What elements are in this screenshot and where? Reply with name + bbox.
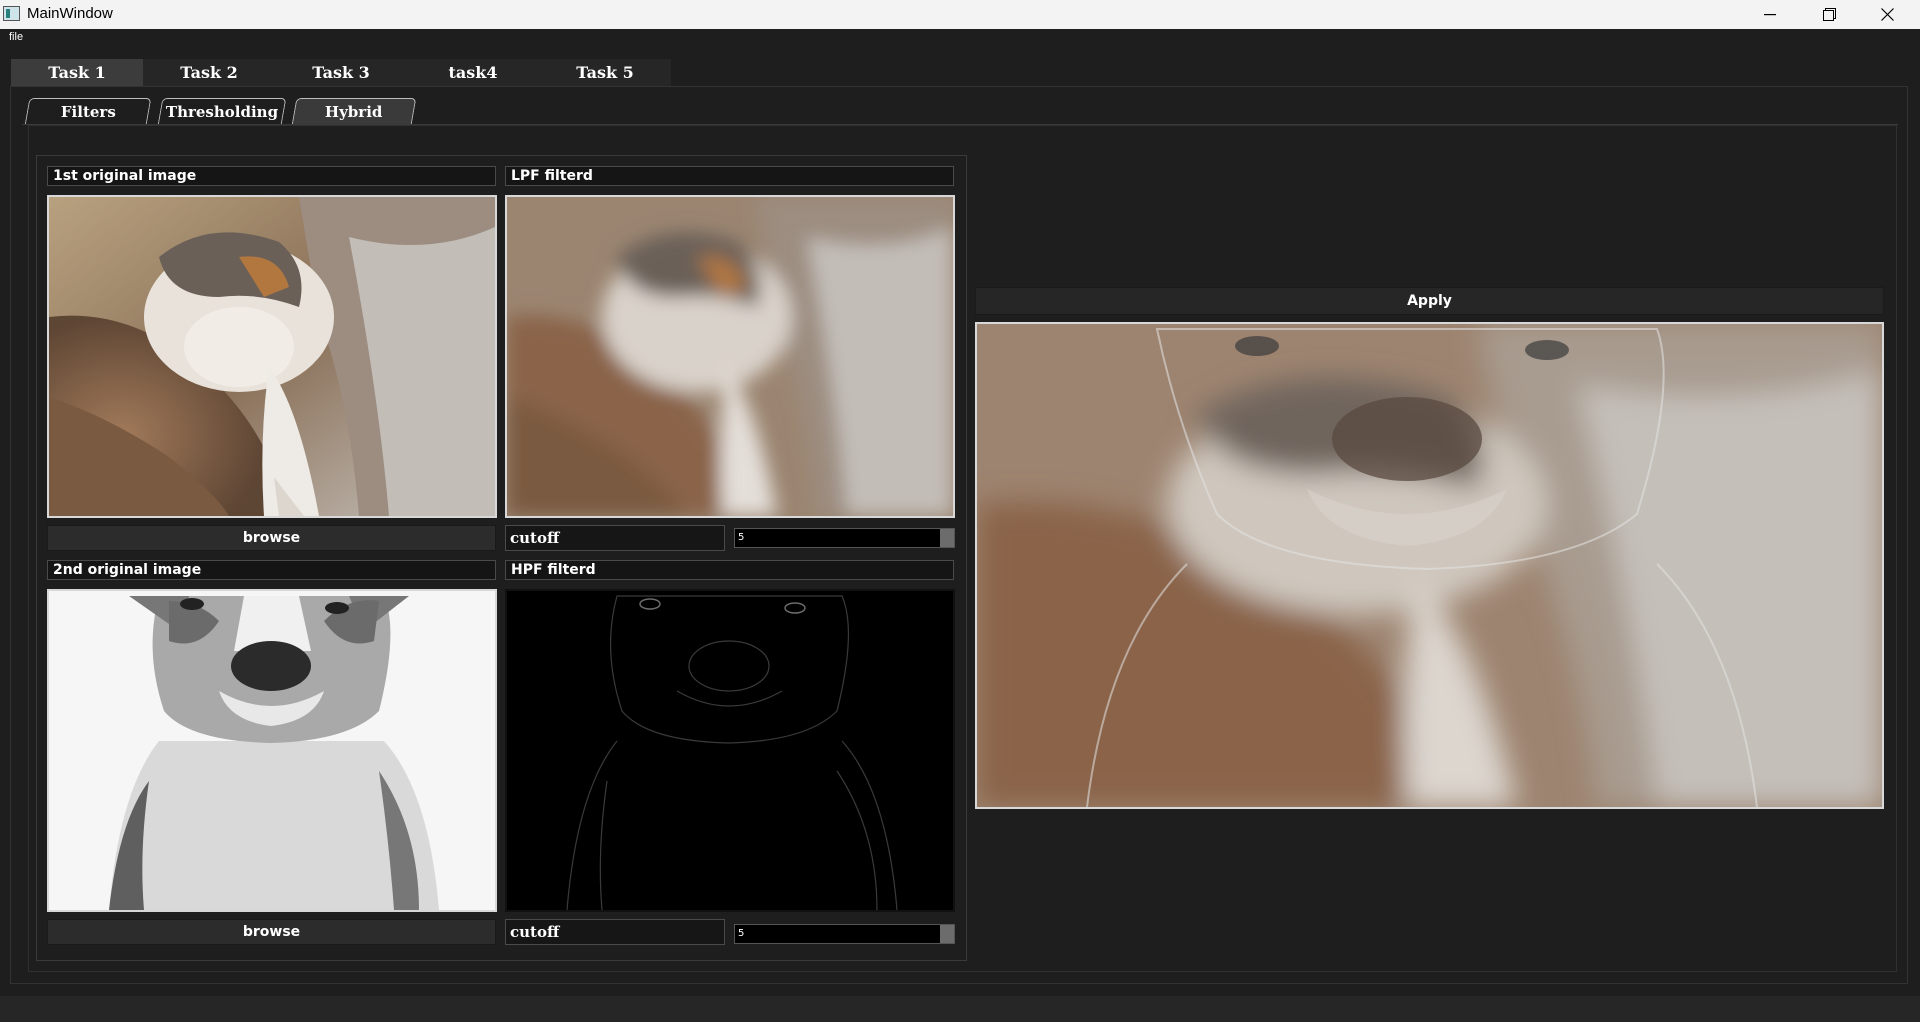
- menu-file[interactable]: file: [9, 31, 23, 43]
- tab-filters[interactable]: Filters: [24, 98, 152, 125]
- hpf-image: [507, 591, 953, 910]
- tab-task-5[interactable]: Task 5: [539, 59, 671, 86]
- tab-task-2[interactable]: Task 2: [143, 59, 275, 86]
- cutoff-spinbox-1[interactable]: 5: [734, 528, 955, 548]
- hpf-label: HPF filterd: [505, 560, 954, 580]
- dog-image: [49, 591, 495, 910]
- cutoff-spinbox-2[interactable]: 5: [734, 924, 955, 944]
- hybrid-output-image: [977, 324, 1882, 807]
- tab-task-4[interactable]: task4: [407, 59, 539, 86]
- status-bar: [0, 996, 1920, 1022]
- spin-arrows-icon[interactable]: [940, 529, 954, 547]
- browse-button-2[interactable]: browse: [47, 919, 496, 945]
- tab-filters-label: Filters: [60, 103, 116, 121]
- tab-hybrid[interactable]: Hybrid: [291, 98, 417, 125]
- image2-label: 2nd original image: [47, 560, 496, 580]
- main-tab-bar: Task 1 Task 2 Task 3 task4 Task 5: [11, 59, 671, 86]
- spin-arrows-icon[interactable]: [940, 925, 954, 943]
- minimize-icon[interactable]: [1741, 0, 1799, 29]
- cutoff-value-2: 5: [738, 928, 745, 939]
- image1-label: 1st original image: [47, 166, 496, 186]
- image2-view[interactable]: [47, 589, 497, 912]
- tab-thresholding[interactable]: Thresholding: [157, 98, 287, 125]
- lpf-view: [505, 195, 955, 518]
- close-icon[interactable]: [1858, 0, 1916, 29]
- tab-hybrid-label: Hybrid: [325, 103, 383, 121]
- browse-button-1[interactable]: browse: [47, 525, 496, 551]
- cutoff-value-1: 5: [738, 532, 745, 543]
- cutoff-label-2: cutoff: [505, 919, 725, 945]
- image1-view[interactable]: [47, 195, 497, 518]
- hybrid-output-view: [975, 322, 1884, 809]
- app-icon: [3, 6, 20, 21]
- hpf-view: [505, 589, 955, 912]
- restore-icon[interactable]: [1800, 0, 1858, 29]
- cutoff-label-1: cutoff: [505, 525, 725, 551]
- lpf-label: LPF filterd: [505, 166, 954, 186]
- tab-task-3[interactable]: Task 3: [275, 59, 407, 86]
- title-bar: MainWindow: [0, 0, 1920, 29]
- tab-thresholding-label: Thresholding: [165, 103, 278, 121]
- cat-image: [49, 197, 495, 516]
- tab-task-1[interactable]: Task 1: [11, 59, 143, 86]
- apply-button[interactable]: Apply: [975, 287, 1884, 315]
- window-title: MainWindow: [27, 5, 113, 22]
- lpf-image: [507, 197, 953, 516]
- menu-bar: file: [0, 29, 1920, 48]
